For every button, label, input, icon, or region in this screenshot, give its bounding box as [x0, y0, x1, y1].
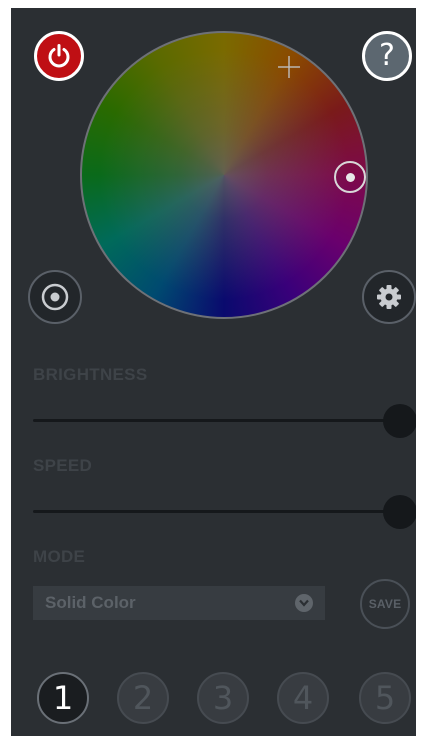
speed-track [33, 510, 401, 513]
preset-button-3[interactable]: 3 [197, 672, 249, 724]
led-controller-app: ? BRIGHTNESS SPEED MODE Solid Color SAVE… [11, 8, 416, 736]
preset-label: 3 [212, 679, 234, 717]
preset-label: 5 [374, 679, 396, 717]
preset-button-5[interactable]: 5 [359, 672, 411, 724]
save-label: SAVE [368, 597, 402, 611]
speed-thumb[interactable] [383, 495, 416, 529]
brightness-slider[interactable] [33, 402, 416, 438]
crosshair-icon [278, 56, 300, 78]
preset-label: 1 [52, 679, 74, 717]
help-button[interactable]: ? [362, 31, 412, 81]
target-button[interactable] [28, 270, 82, 324]
settings-button[interactable] [362, 270, 416, 324]
preset-button-1[interactable]: 1 [37, 672, 89, 724]
brightness-label: BRIGHTNESS [33, 365, 148, 384]
gear-icon [377, 285, 401, 309]
preset-label: 4 [292, 679, 314, 717]
selector-ring-icon [345, 172, 355, 182]
brightness-track [33, 419, 401, 422]
brightness-thumb[interactable] [383, 404, 416, 438]
power-icon [48, 44, 70, 68]
speed-slider[interactable] [33, 493, 416, 529]
mode-selected-value: Solid Color [45, 593, 136, 612]
question-mark-icon: ? [379, 38, 395, 73]
mode-label: MODE [33, 547, 86, 566]
save-button[interactable]: SAVE [360, 579, 410, 629]
color-wheel[interactable] [80, 31, 368, 319]
target-icon [41, 283, 69, 311]
speed-label: SPEED [33, 456, 93, 475]
chevron-down-icon [295, 594, 313, 612]
preset-button-2[interactable]: 2 [117, 672, 169, 724]
preset-label: 2 [132, 679, 154, 717]
power-button[interactable] [34, 31, 84, 81]
mode-dropdown[interactable]: Solid Color [33, 586, 325, 620]
color-selector-handle[interactable] [334, 161, 366, 193]
preset-button-4[interactable]: 4 [277, 672, 329, 724]
